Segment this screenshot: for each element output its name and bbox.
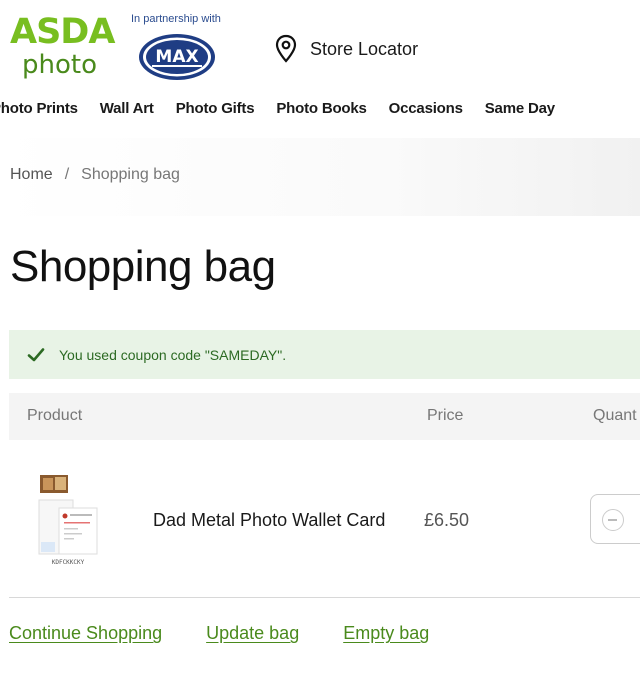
site-header: ASDA photo In partnership with MAX Store… <box>0 0 640 90</box>
row-divider <box>9 597 640 598</box>
quantity-stepper[interactable] <box>590 494 640 544</box>
page-title: Shopping bag <box>10 242 276 291</box>
nav-item-photo-books[interactable]: Photo Books <box>276 100 367 117</box>
coupon-notice: You used coupon code "SAMEDAY". <box>9 330 640 379</box>
thumbnail-caption: KDFCKKCKY <box>52 559 85 566</box>
check-icon <box>27 347 45 361</box>
update-bag-link[interactable]: Update bag <box>206 623 299 644</box>
product-name[interactable]: Dad Metal Photo Wallet Card <box>153 510 385 531</box>
continue-shopping-link[interactable]: Continue Shopping <box>9 623 162 644</box>
column-header-price: Price <box>427 407 464 424</box>
max-partner-logo: MAX <box>138 33 216 81</box>
nav-item-photo-gifts[interactable]: Photo Gifts <box>176 100 255 117</box>
minus-circle-icon[interactable] <box>602 509 624 531</box>
asda-photo-logo[interactable]: ASDA photo <box>10 14 120 80</box>
nav-item-occasions[interactable]: Occasions <box>389 100 463 117</box>
breadcrumb-home-link[interactable]: Home <box>10 166 53 184</box>
store-locator-link[interactable]: Store Locator <box>274 34 418 64</box>
product-thumbnail[interactable]: KDFCKKCKY <box>37 472 99 566</box>
map-pin-icon <box>275 34 297 63</box>
column-header-quantity: Quant <box>593 407 637 424</box>
nav-item-photo-prints[interactable]: Photo Prints <box>0 100 78 117</box>
breadcrumb-current: Shopping bag <box>81 166 180 183</box>
store-locator-label: Store Locator <box>310 38 419 59</box>
logo-asda-text: ASDA <box>10 12 115 52</box>
main-nav: Photo Prints Wall Art Photo Gifts Photo … <box>0 100 555 117</box>
cart-row: KDFCKKCKY Dad Metal Photo Wallet Card £6… <box>9 460 640 580</box>
cart-actions: Continue Shopping Update bag Empty bag <box>9 623 429 644</box>
breadcrumb: Home / Shopping bag <box>10 166 180 184</box>
logo-photo-text: photo <box>22 50 97 80</box>
empty-bag-link[interactable]: Empty bag <box>343 623 429 644</box>
column-header-product: Product <box>27 407 83 424</box>
cart-table-header: Product Price Quant <box>9 393 640 440</box>
product-price: £6.50 <box>424 510 470 530</box>
coupon-notice-text: You used coupon code "SAMEDAY". <box>59 346 287 363</box>
max-logo-text: MAX <box>155 47 198 67</box>
breadcrumb-separator: / <box>64 166 70 183</box>
nav-item-wall-art[interactable]: Wall Art <box>100 100 154 117</box>
partnership-text: In partnership with <box>131 13 221 25</box>
nav-item-same-day[interactable]: Same Day <box>485 100 555 117</box>
